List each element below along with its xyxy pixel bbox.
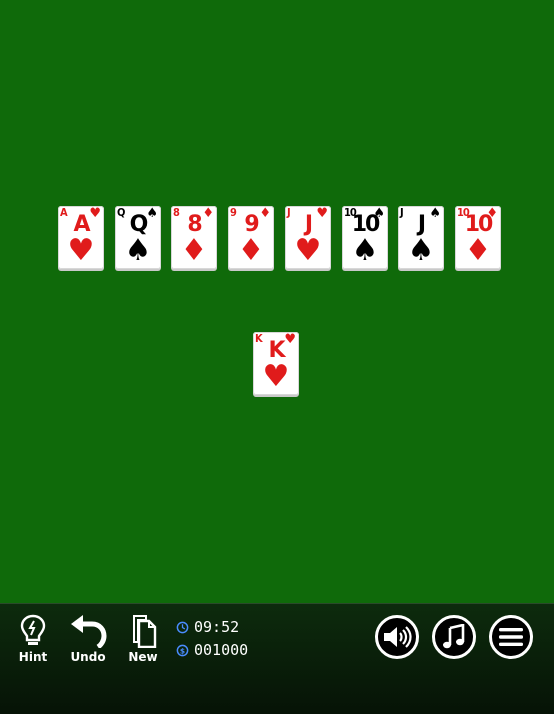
- score-value: 001000: [194, 641, 249, 659]
- sound-button[interactable]: [375, 615, 419, 659]
- hint-button[interactable]: Hint: [11, 614, 55, 664]
- stock-card[interactable]: K ♥ K ♥: [253, 332, 299, 395]
- tableau-card[interactable]: 9 ♦ 9 ♦: [228, 206, 274, 269]
- new-game-button[interactable]: New: [121, 614, 165, 664]
- music-button[interactable]: [432, 615, 476, 659]
- score: $ 001000: [176, 641, 248, 659]
- card-suit: ♥: [67, 233, 95, 268]
- timer-value: 09:52: [194, 618, 240, 636]
- card-suit: ♦: [237, 233, 265, 268]
- tableau-card[interactable]: A ♥ A ♥: [58, 206, 104, 269]
- undo-button[interactable]: Undo: [66, 614, 110, 664]
- tableau-card[interactable]: 10 ♦ 10 ♦: [455, 206, 501, 269]
- clock-icon: [176, 621, 189, 633]
- tableau-card[interactable]: 10 ♠ 10 ♠: [342, 206, 388, 269]
- lightbulb-icon: [20, 614, 46, 645]
- new-label: New: [128, 650, 158, 664]
- card-suit: ♠: [124, 233, 152, 268]
- hamburger-menu-icon: [499, 628, 523, 646]
- tableau-card[interactable]: J ♥ J ♥: [285, 206, 331, 269]
- hint-label: Hint: [18, 650, 48, 664]
- speaker-icon: [384, 626, 412, 648]
- tableau-card[interactable]: J ♠ J ♠: [398, 206, 444, 269]
- new-deck-icon: [133, 615, 157, 648]
- timer: 09:52: [176, 618, 239, 636]
- bottom-toolbar: Hint Undo New 09:52 $ 001000: [0, 603, 554, 714]
- coin-icon: $: [176, 644, 189, 656]
- undo-arrow-icon: [71, 615, 107, 648]
- card-suit: ♦: [464, 233, 492, 268]
- card-suit: ♥: [294, 233, 322, 268]
- card-suit: ♦: [180, 233, 208, 268]
- svg-text:$: $: [180, 646, 185, 655]
- music-note-icon: [443, 624, 465, 649]
- card-suit: ♠: [407, 233, 435, 268]
- tableau-card[interactable]: Q ♠ Q ♠: [115, 206, 161, 269]
- card-suit: ♠: [351, 233, 379, 268]
- card-suit: ♥: [262, 359, 290, 394]
- undo-label: Undo: [70, 650, 106, 664]
- menu-button[interactable]: [489, 615, 533, 659]
- card-table: A ♥ A ♥ Q ♠ Q ♠ 8 ♦ 8 ♦ 9 ♦ 9 ♦ J ♥ J ♥ 10 ♠ 10 ♠ J ♠ J ♠ 10 ♦ 10 ♦ K ♥…: [0, 0, 554, 603]
- tableau-card[interactable]: 8 ♦ 8 ♦: [171, 206, 217, 269]
